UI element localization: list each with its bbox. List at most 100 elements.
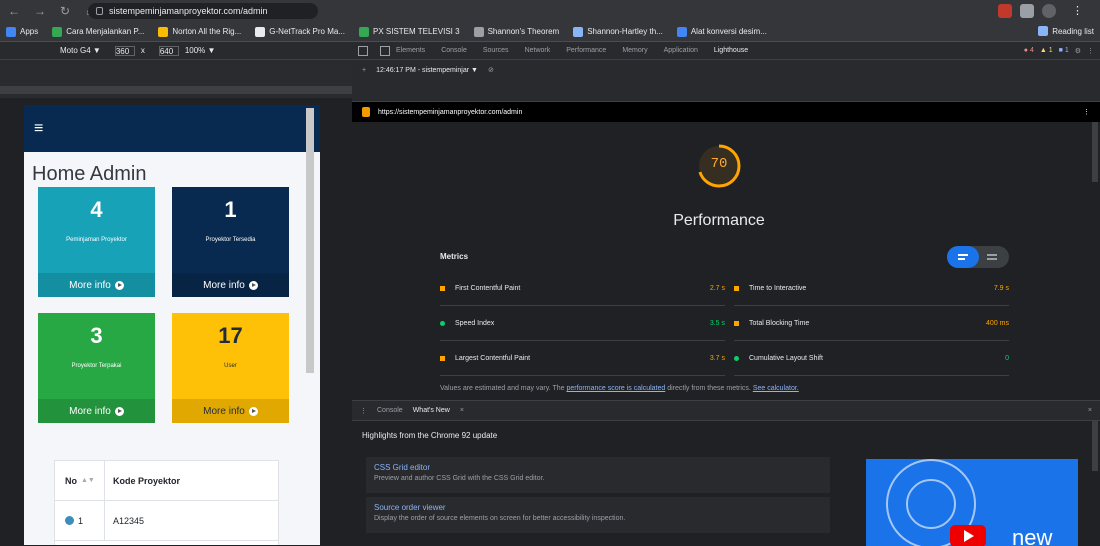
bookmark-item[interactable]: Shannon-Hartley th... [573, 26, 663, 37]
drawer-tab-whats-new[interactable]: What's New [413, 407, 450, 414]
viewport-scrollbar[interactable] [306, 108, 314, 373]
clear-icon[interactable]: ⊘ [488, 66, 494, 74]
more-info-link[interactable]: More info [38, 273, 155, 297]
tab-console[interactable]: Console [441, 47, 467, 54]
lines-icon [987, 254, 997, 256]
menu-icon[interactable]: ⋮ [1072, 4, 1086, 18]
drawer-scrollbar[interactable] [1092, 421, 1098, 471]
profile-avatar[interactable] [1042, 4, 1056, 18]
score-calc-link[interactable]: performance score is calculated [566, 385, 665, 392]
table-cell-kode: A12345 [113, 515, 145, 526]
feature-description: Display the order of source elements on … [374, 515, 626, 522]
bookmark-item[interactable]: PX SISTEM TELEVISI 3 [359, 26, 460, 37]
height-input[interactable]: 640 [158, 45, 179, 56]
stat-number: 1 [224, 197, 237, 222]
tab-memory[interactable]: Memory [622, 47, 647, 54]
tab-lighthouse[interactable]: Lighthouse [714, 47, 748, 54]
feature-card[interactable]: Source order viewer Display the order of… [366, 497, 830, 533]
play-icon[interactable] [950, 525, 986, 546]
hamburger-icon[interactable]: ≡ [34, 120, 43, 138]
error-count[interactable]: ● 4 [1024, 47, 1034, 54]
devtools-tabs: Elements Console Sources Network Perform… [352, 42, 1100, 60]
metric-row: Speed Index 3.5 s [440, 307, 725, 341]
report-scrollbar[interactable] [1092, 122, 1098, 182]
settings-icon[interactable]: ⚙ [1075, 47, 1081, 55]
device-select[interactable]: Moto G4 ▼ [60, 46, 101, 55]
pass-circle-icon [440, 321, 445, 326]
warning-count[interactable]: ▲ 1 [1040, 47, 1053, 54]
reading-list[interactable]: Reading list [1038, 26, 1094, 36]
reading-list-icon [1038, 26, 1049, 36]
report-menu-icon[interactable]: ⋮ [1083, 108, 1090, 116]
lines-icon [958, 254, 968, 256]
navbar: ≡ [24, 105, 320, 152]
tab-sources[interactable]: Sources [483, 47, 509, 54]
lighthouse-toolbar [352, 80, 1100, 102]
lighthouse-report-select[interactable]: + 12:46:17 PM - sistempeminjar ▼ ⊘ [352, 60, 1100, 80]
back-button[interactable]: ← [8, 4, 26, 18]
whats-new-video[interactable]: new [866, 459, 1078, 546]
width-input[interactable]: 360 [114, 45, 135, 56]
calculator-link[interactable]: See calculator. [753, 385, 799, 392]
forward-button[interactable]: → [34, 4, 52, 18]
metric-row: First Contentful Paint 2.7 s [440, 272, 725, 306]
drawer-tabs: ⋮ Console What's New × × [352, 401, 1100, 421]
circle-decoration [906, 479, 956, 529]
favicon-icon [255, 26, 266, 37]
drawer-menu-icon[interactable]: ⋮ [360, 407, 367, 415]
puzzle-icon[interactable] [1020, 4, 1034, 18]
add-report-icon[interactable]: + [362, 67, 366, 74]
more-info-link[interactable]: More info [172, 399, 289, 423]
metric-row: Cumulative Layout Shift 0 [734, 342, 1009, 376]
expand-icon[interactable] [65, 516, 74, 525]
tab-application[interactable]: Application [664, 47, 698, 54]
drawer-tab-console[interactable]: Console [377, 407, 403, 414]
drawer-close-icon[interactable]: × [1088, 407, 1092, 414]
url-input[interactable]: sistempeminjamanproyektor.com/admin [88, 3, 318, 19]
stat-label: Proyektor Terpakai [71, 363, 122, 369]
metric-row: Total Blocking Time 400 ms [734, 307, 1009, 341]
stat-number: 17 [218, 323, 243, 348]
device-viewport: ≡ Home Admin 4 Peminjaman Proyektor More… [24, 105, 320, 545]
inspect-icon[interactable] [358, 45, 368, 56]
pass-circle-icon [734, 356, 739, 361]
bookmark-item[interactable]: Shannon's Theorem [473, 26, 559, 37]
whats-new-heading: Highlights from the Chrome 92 update [362, 431, 498, 440]
score-value: 70 [710, 156, 728, 172]
zoom-select[interactable]: 100% ▼ [185, 46, 216, 55]
arrow-circle-icon [248, 406, 258, 416]
more-info-link[interactable]: More info [172, 273, 289, 297]
reload-button[interactable]: ↻ [60, 4, 78, 18]
favicon-icon [359, 26, 369, 37]
bookmark-item[interactable]: Cara Menjalankan P... [52, 26, 144, 37]
column-header-no[interactable]: No ▲▼ [55, 461, 105, 500]
toggle-expanded[interactable] [947, 246, 979, 268]
bookmark-item[interactable]: Norton All the Rig... [158, 26, 241, 37]
stat-box-terpakai: 3 Proyektor Terpakai More info [38, 313, 155, 423]
tab-network[interactable]: Network [525, 47, 551, 54]
more-info-link[interactable]: More info [38, 399, 155, 423]
url-text: sistempeminjamanproyektor.com/admin [109, 6, 268, 16]
feature-card[interactable]: CSS Grid editor Preview and author CSS G… [366, 457, 830, 493]
metrics-view-toggle[interactable] [947, 246, 1009, 268]
feature-description: Preview and author CSS Grid with the CSS… [374, 475, 545, 482]
feature-title: CSS Grid editor [374, 463, 431, 472]
lines-icon [987, 258, 997, 260]
more-icon[interactable]: ⋮ [1087, 47, 1094, 55]
bookmark-item[interactable]: G-NetTrack Pro Ma... [255, 26, 345, 37]
info-count[interactable]: ■ 1 [1059, 47, 1069, 54]
bookmark-item[interactable]: Alat konversi desim... [676, 26, 767, 37]
tab-elements[interactable]: Elements [396, 47, 425, 54]
report-url: https://sistempeminjamanproyektor.com/ad… [378, 108, 523, 116]
table-header: No ▲▼ Kode Proyektor [55, 461, 278, 501]
stat-label: Proyektor Tersedia [205, 237, 256, 243]
stat-number: 3 [90, 323, 103, 348]
average-square-icon [734, 286, 739, 291]
tab-close-icon[interactable]: × [460, 407, 464, 414]
tab-performance[interactable]: Performance [566, 47, 606, 54]
device-toggle-icon[interactable] [380, 45, 390, 56]
bookmark-apps[interactable]: Apps [6, 26, 38, 37]
extension-icon[interactable] [998, 4, 1012, 18]
lighthouse-icon [362, 107, 370, 117]
column-header-kode[interactable]: Kode Proyektor [105, 476, 278, 486]
